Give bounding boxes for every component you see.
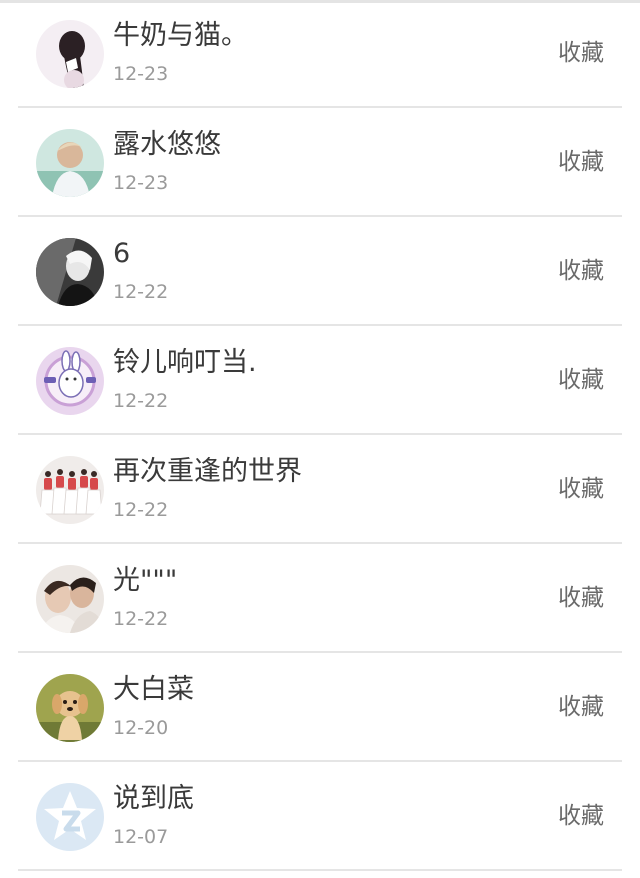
collect-button[interactable]: 收藏 [558,38,604,68]
item-date: 12-20 [113,717,169,739]
item-name: 6 [113,238,131,269]
dancers-avatar [36,456,104,524]
collect-button[interactable]: 收藏 [558,147,604,177]
collect-button[interactable]: 收藏 [558,365,604,395]
list-item[interactable]: 光""" 12-22 收藏 [18,545,622,653]
item-name: 铃儿响叮当. [113,347,257,378]
item-date: 12-07 [113,826,169,848]
collect-button[interactable]: 收藏 [558,692,604,722]
item-date: 12-22 [113,499,169,521]
item-date: 12-22 [113,608,169,630]
list-item[interactable]: 大白菜 12-20 收藏 [18,654,622,762]
collect-button[interactable]: 收藏 [558,801,604,831]
collect-button[interactable]: 收藏 [558,256,604,286]
item-date: 12-22 [113,390,169,412]
item-date: 12-23 [113,172,169,194]
collect-button[interactable]: 收藏 [558,474,604,504]
default-qq-avatar [36,783,104,851]
list-item[interactable]: 露水悠悠 12-23 收藏 [18,109,622,217]
item-name: 牛奶与猫。 [113,20,248,51]
collect-button[interactable]: 收藏 [558,583,604,613]
item-date: 12-22 [113,281,169,303]
bunny-cartoon-avatar [36,347,104,415]
item-name: 说到底 [113,783,194,814]
item-name: 大白菜 [113,674,194,705]
list-item[interactable]: 说到底 12-07 收藏 [18,763,622,871]
item-name: 再次重逢的世界 [113,456,302,487]
item-name: 光""" [113,565,178,596]
list-item[interactable]: 铃儿响叮当. 12-22 收藏 [18,327,622,435]
list-item[interactable]: 再次重逢的世界 12-22 收藏 [18,436,622,544]
puppy-avatar [36,674,104,742]
item-date: 12-23 [113,63,169,85]
couple-avatar [36,565,104,633]
boy-seaside-avatar [36,129,104,197]
user-list: 牛奶与猫。 12-23 收藏 露水悠悠 12-23 收藏 6 12-22 收藏 … [0,0,640,878]
girl-bow-avatar [36,20,104,88]
item-name: 露水悠悠 [113,129,221,160]
bw-portrait-avatar [36,238,104,306]
list-item[interactable]: 6 12-22 收藏 [18,218,622,326]
list-item[interactable]: 牛奶与猫。 12-23 收藏 [18,0,622,108]
